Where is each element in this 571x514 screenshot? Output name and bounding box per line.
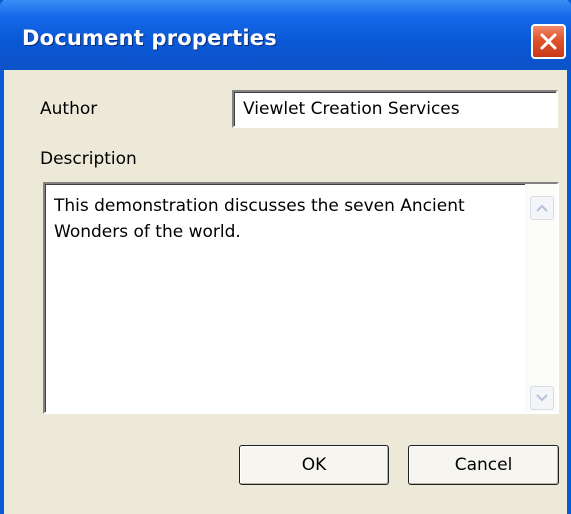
description-text: This demonstration discusses the seven A… <box>54 196 465 242</box>
description-textarea[interactable]: This demonstration discusses the seven A… <box>43 182 559 414</box>
description-scrollbar[interactable] <box>525 184 557 412</box>
author-field[interactable]: Viewlet Creation Services <box>232 90 558 128</box>
scroll-down-button[interactable] <box>530 386 554 410</box>
scroll-up-arrow-icon <box>536 204 548 212</box>
close-button[interactable] <box>531 24 566 59</box>
scroll-down-arrow-icon <box>536 394 548 402</box>
cancel-button[interactable]: Cancel <box>408 445 559 485</box>
author-label: Author <box>40 99 98 119</box>
scroll-up-button[interactable] <box>530 196 554 220</box>
dialog-title: Document properties <box>22 26 277 50</box>
description-label: Description <box>40 149 137 169</box>
document-properties-dialog: Document properties Author Viewlet Creat… <box>0 0 571 514</box>
ok-button[interactable]: OK <box>239 445 389 485</box>
close-icon <box>540 33 557 50</box>
title-bar[interactable]: Document properties <box>0 0 571 70</box>
